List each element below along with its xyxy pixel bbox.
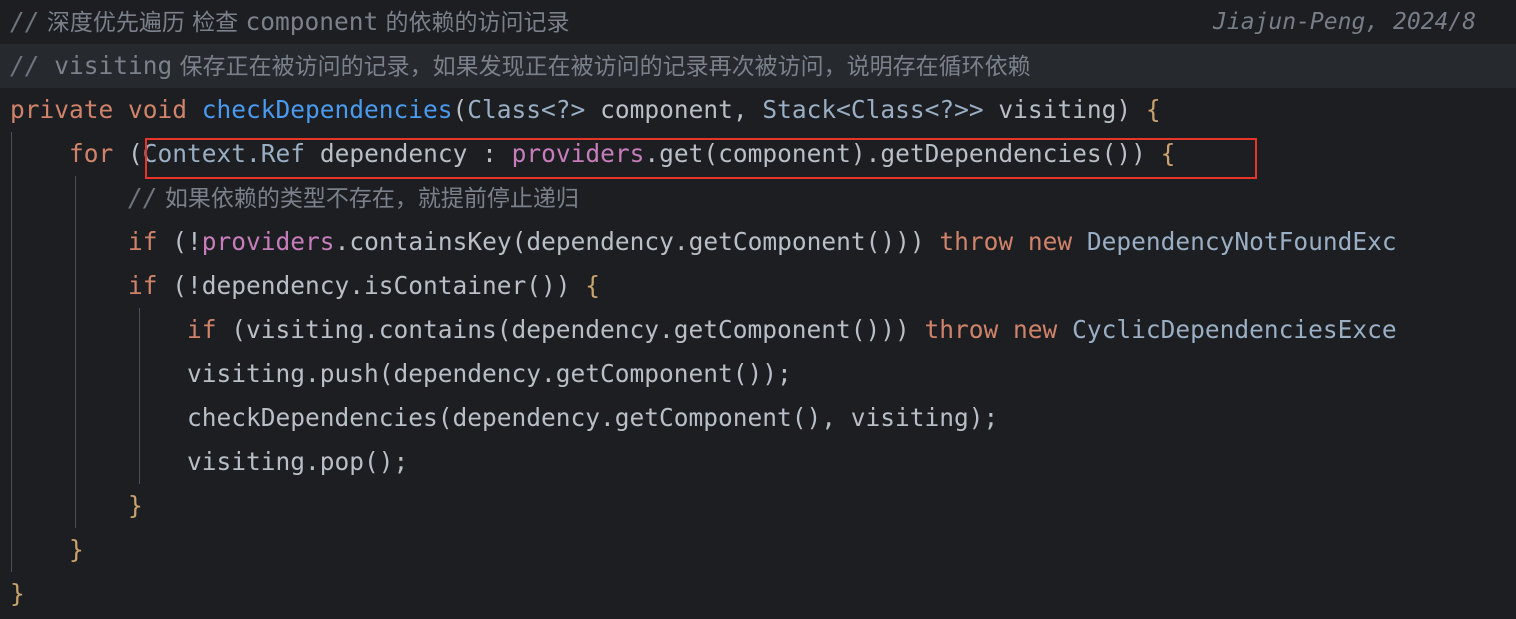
code-line-text: // 如果依赖的类型不存在，就提前停止递归	[0, 176, 579, 221]
token-cmt: component	[245, 7, 379, 36]
code-line[interactable]: }	[0, 572, 1516, 616]
token-plain: dependency :	[319, 139, 512, 168]
token-cls: Class<?>	[467, 95, 601, 124]
code-line-text: for (Context.Ref dependency : providers.…	[0, 132, 1175, 176]
token-cls: Context.Ref	[142, 139, 320, 168]
code-line[interactable]: // 如果依赖的类型不存在，就提前停止递归	[0, 176, 1516, 220]
token-plain: .containsKey(dependency.getComponent()))	[334, 227, 940, 256]
code-line[interactable]: // visiting 保存正在被访问的记录，如果发现正在被访问的记录再次被访问…	[0, 44, 1516, 88]
code-line-text: if (visiting.contains(dependency.getComp…	[0, 308, 1397, 352]
code-line-text: visiting.pop();	[0, 440, 408, 484]
code-line-text: // 深度优先遍历 检查 component 的依赖的访问记录	[0, 0, 570, 45]
token-kw: private void	[10, 95, 202, 124]
token-cmt-cn: 深度优先遍历 检查	[39, 10, 246, 36]
token-plain: (!dependency.isContainer())	[172, 271, 586, 300]
code-line[interactable]: private void checkDependencies(Class<?> …	[0, 88, 1516, 132]
token-field: providers	[201, 227, 335, 256]
code-lines[interactable]: // 深度优先遍历 检查 component 的依赖的访问记录// visiti…	[0, 0, 1516, 616]
token-kw: throw new	[924, 315, 1073, 344]
code-line[interactable]: visiting.push(dependency.getComponent())…	[0, 352, 1516, 396]
token-slashes: //	[10, 7, 40, 36]
token-cmt-cn: 保存正在被访问的记录，如果发现正在被访问的记录再次被访问，说明存在循环依赖	[172, 54, 1031, 80]
token-field: providers	[511, 139, 645, 168]
token-brace: }	[69, 535, 84, 564]
code-line-text: }	[0, 528, 84, 572]
code-line-text: checkDependencies(dependency.getComponen…	[0, 396, 998, 440]
token-kw: for	[69, 139, 129, 168]
token-plain: )	[1116, 95, 1146, 124]
code-line-text: // visiting 保存正在被访问的记录，如果发现正在被访问的记录再次被访问…	[0, 44, 1031, 89]
git-blame-annotation: Jiajun-Peng, 2024/8	[1213, 9, 1477, 35]
token-brace: {	[585, 271, 601, 300]
token-cls: DependencyNotFoundExc	[1086, 227, 1397, 256]
code-line-text: if (!providers.containsKey(dependency.ge…	[0, 220, 1397, 264]
token-plain: visiting	[998, 95, 1117, 124]
token-plain: (	[128, 139, 143, 168]
token-kw: if	[128, 227, 173, 256]
token-method: checkDependencies	[201, 95, 453, 124]
code-line[interactable]: if (!providers.containsKey(dependency.ge…	[0, 220, 1516, 264]
token-brace: {	[1145, 95, 1161, 124]
token-plain: (visiting.contains(dependency.getCompone…	[231, 315, 925, 344]
code-line[interactable]: }	[0, 484, 1516, 528]
code-line[interactable]: if (visiting.contains(dependency.getComp…	[0, 308, 1516, 352]
code-line-text: }	[0, 484, 143, 528]
token-kw: throw new	[939, 227, 1087, 256]
code-line-text: private void checkDependencies(Class<?> …	[0, 88, 1161, 132]
code-line[interactable]: visiting.pop();	[0, 440, 1516, 484]
token-plain: component,	[600, 95, 763, 124]
token-cmt: visiting	[39, 51, 173, 80]
token-slashes: //	[128, 183, 158, 212]
code-line[interactable]: checkDependencies(dependency.getComponen…	[0, 396, 1516, 440]
code-line-text: if (!dependency.isContainer()) {	[0, 264, 600, 308]
token-plain: checkDependencies(dependency.getComponen…	[10, 403, 999, 432]
code-editor[interactable]: // 深度优先遍历 检查 component 的依赖的访问记录// visiti…	[0, 0, 1516, 619]
token-cls: Stack<Class<?>>	[762, 95, 999, 124]
token-plain: .get(component).getDependencies())	[644, 139, 1161, 168]
code-line[interactable]: for (Context.Ref dependency : providers.…	[0, 132, 1516, 176]
code-line-text: }	[0, 572, 25, 616]
token-brace: }	[10, 579, 25, 608]
token-plain: (!	[172, 227, 202, 256]
code-line[interactable]: if (!dependency.isContainer()) {	[0, 264, 1516, 308]
token-slashes: //	[10, 51, 40, 80]
code-line[interactable]: }	[0, 528, 1516, 572]
token-cmt-cn: 的依赖的访问记录	[378, 10, 570, 36]
token-cmt-cn: 如果依赖的类型不存在，就提前停止递归	[157, 186, 579, 212]
token-plain: visiting.push(dependency.getComponent())…	[10, 359, 792, 388]
token-kw: if	[187, 315, 232, 344]
code-line-text: visiting.push(dependency.getComponent())…	[0, 352, 792, 396]
token-brace: {	[1160, 139, 1176, 168]
token-cls: CyclicDependenciesExce	[1072, 315, 1397, 344]
token-brace: }	[128, 491, 143, 520]
token-kw: if	[128, 271, 173, 300]
token-plain: (	[452, 95, 468, 124]
token-plain: visiting.pop();	[10, 447, 409, 476]
